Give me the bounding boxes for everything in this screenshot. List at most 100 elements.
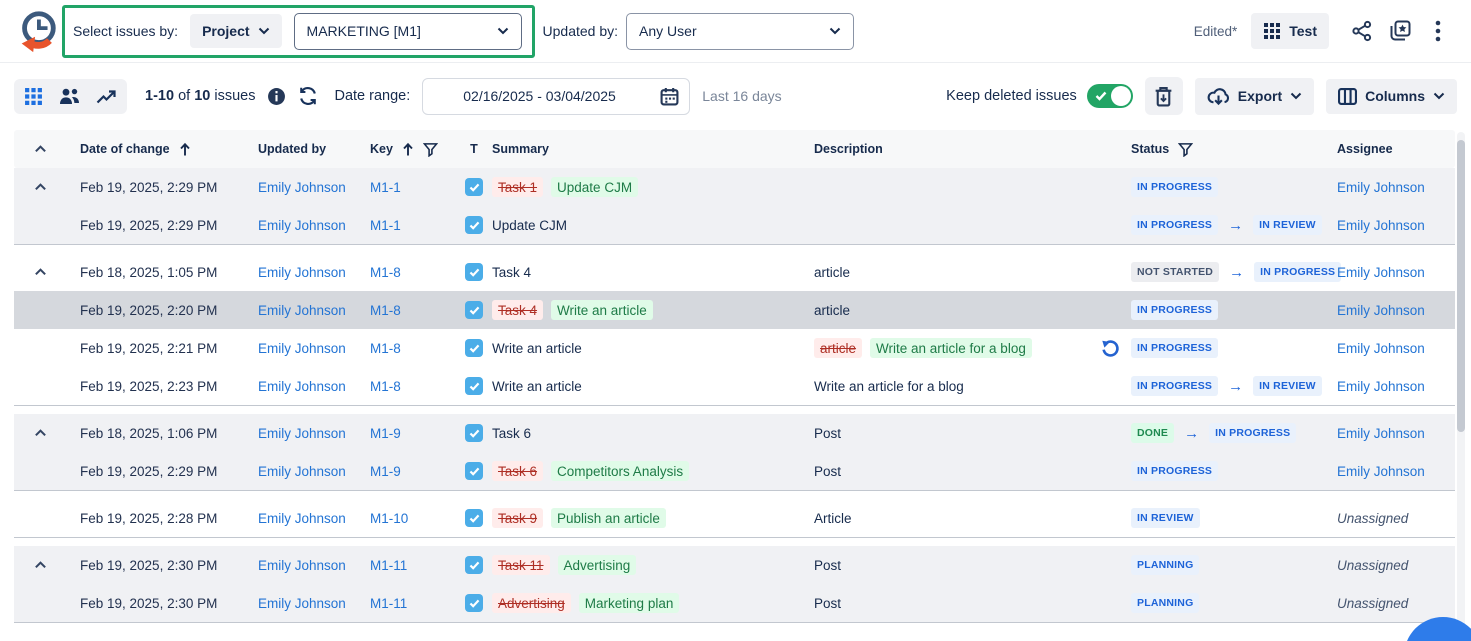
toggle-knob (1111, 86, 1131, 106)
info-button[interactable] (267, 87, 286, 106)
table-row[interactable]: Feb 18, 2025, 1:05 PM Emily Johnson M1-8… (14, 253, 1455, 291)
updated-by-link[interactable]: Emily Johnson (258, 596, 346, 611)
report-name-button[interactable]: Test (1251, 13, 1329, 49)
new-value-chip: Competitors Analysis (551, 461, 689, 481)
select-mode-dropdown[interactable]: Project (190, 14, 281, 48)
assignee-link[interactable]: Emily Johnson (1337, 303, 1425, 318)
updated-by-link[interactable]: Emily Johnson (258, 180, 346, 195)
issue-key-link[interactable]: M1-8 (370, 303, 401, 318)
table-row[interactable]: Feb 19, 2025, 2:23 PM Emily Johnson M1-8… (14, 367, 1455, 405)
table-row[interactable]: Feb 19, 2025, 2:28 PM Emily Johnson M1-1… (14, 499, 1455, 537)
old-value-chip: Task 1 (492, 177, 543, 197)
check-icon (1095, 91, 1107, 101)
issue-key-link[interactable]: M1-11 (370, 558, 407, 573)
scrollbar-thumb[interactable] (1457, 140, 1465, 432)
table-row[interactable]: Feb 18, 2025, 1:06 PM Emily Johnson M1-9… (14, 414, 1455, 452)
kebab-menu-icon (1435, 20, 1441, 42)
table-row[interactable]: Feb 19, 2025, 2:29 PM Emily Johnson M1-1… (14, 206, 1455, 244)
select-mode-value: Project (202, 23, 249, 39)
chart-view-button[interactable] (96, 88, 117, 105)
issue-key-link[interactable]: M1-8 (370, 379, 401, 394)
count-range: 1-10 (145, 88, 174, 104)
task-type-icon (465, 301, 483, 319)
kebab-menu-button[interactable] (1419, 12, 1457, 50)
issue-key-link[interactable]: M1-1 (370, 218, 401, 233)
description-text: Article (814, 511, 852, 526)
description-text: Write an article for a blog (814, 379, 964, 394)
description-text: article (814, 303, 850, 318)
issue-key-link[interactable]: M1-9 (370, 464, 401, 479)
row-expander-icon[interactable] (34, 183, 47, 191)
table-view-button[interactable] (24, 87, 43, 106)
table-row[interactable]: Feb 19, 2025, 2:29 PM Emily Johnson M1-1… (14, 168, 1455, 206)
updated-by-link[interactable]: Emily Johnson (258, 511, 346, 526)
columns-button[interactable]: Columns (1326, 79, 1457, 114)
header-date-of-change[interactable]: Date of change (66, 142, 258, 157)
table-row[interactable]: Feb 19, 2025, 2:30 PM Emily Johnson M1-1… (14, 546, 1455, 584)
assignee-link[interactable]: Emily Johnson (1337, 218, 1425, 233)
status-arrow-icon: → (1228, 217, 1243, 234)
refresh-icon (298, 86, 318, 106)
old-value-chip: Task 6 (492, 461, 543, 481)
assignee-link[interactable]: Emily Johnson (1337, 464, 1425, 479)
status-badge-from: IN PROGRESS (1131, 215, 1218, 235)
export-button[interactable]: Export (1195, 78, 1314, 115)
header-key[interactable]: Key (370, 142, 456, 157)
filter-funnel-icon[interactable] (1178, 142, 1193, 157)
columns-icon (1338, 88, 1357, 105)
trash-button[interactable] (1145, 77, 1183, 115)
updated-by-link[interactable]: Emily Johnson (258, 218, 346, 233)
old-value-chip: Task 4 (492, 300, 543, 320)
table-row-selected[interactable]: Feb 19, 2025, 2:20 PM Emily Johnson M1-8… (14, 291, 1455, 329)
refresh-button[interactable] (298, 86, 318, 106)
status-badge: IN REVIEW (1131, 508, 1200, 528)
updated-by-link[interactable]: Emily Johnson (258, 464, 346, 479)
updated-by-link[interactable]: Emily Johnson (258, 303, 346, 318)
assignee-link[interactable]: Emily Johnson (1337, 426, 1425, 441)
updated-by-link[interactable]: Emily Johnson (258, 265, 346, 280)
status-badge-to: IN REVIEW (1253, 215, 1322, 235)
saved-reports-button[interactable] (1381, 12, 1419, 50)
issue-key-link[interactable]: M1-8 (370, 341, 401, 356)
header-status[interactable]: Status (1131, 142, 1337, 157)
table-row[interactable]: Feb 19, 2025, 2:21 PM Emily Johnson M1-8… (14, 329, 1455, 367)
row-expander-icon[interactable] (34, 268, 47, 276)
export-label: Export (1238, 88, 1282, 104)
issue-key-link[interactable]: M1-11 (370, 596, 407, 611)
sort-up-icon[interactable] (402, 142, 414, 157)
updated-by-link[interactable]: Emily Johnson (258, 426, 346, 441)
keep-deleted-group: Keep deleted issues (946, 84, 1133, 108)
sort-up-icon[interactable] (179, 142, 191, 157)
issue-key-link[interactable]: M1-1 (370, 180, 401, 195)
chevron-down-icon (1290, 92, 1302, 100)
header-description-label: Description (814, 142, 883, 156)
revert-change-icon[interactable] (1100, 338, 1121, 359)
status-badge-to: IN PROGRESS (1209, 423, 1296, 443)
grid-icon (1263, 22, 1281, 40)
chevron-down-icon (1433, 92, 1445, 100)
filter-funnel-icon[interactable] (423, 142, 438, 157)
date-range-input[interactable]: 02/16/2025 - 03/04/2025 (422, 78, 690, 115)
issue-key-link[interactable]: M1-8 (370, 265, 401, 280)
keep-deleted-toggle[interactable] (1087, 84, 1133, 108)
assignee-link[interactable]: Emily Johnson (1337, 341, 1425, 356)
issue-key-link[interactable]: M1-9 (370, 426, 401, 441)
updated-by-link[interactable]: Emily Johnson (258, 341, 346, 356)
row-expander-icon[interactable] (34, 429, 47, 437)
updated-by-link[interactable]: Emily Johnson (258, 379, 346, 394)
table-row[interactable]: Feb 19, 2025, 2:29 PM Emily Johnson M1-9… (14, 452, 1455, 490)
assignee-link[interactable]: Emily Johnson (1337, 265, 1425, 280)
row-expander-icon[interactable] (34, 561, 47, 569)
issue-key-link[interactable]: M1-10 (370, 511, 408, 526)
updated-by-select[interactable]: Any User (626, 13, 854, 50)
people-view-button[interactable] (59, 87, 80, 106)
project-select[interactable]: MARKETING [M1] (294, 13, 522, 50)
collapse-all-icon[interactable] (34, 145, 47, 153)
summary-text: Write an article (492, 379, 582, 394)
status-badge: IN PROGRESS (1131, 300, 1218, 320)
assignee-link[interactable]: Emily Johnson (1337, 379, 1425, 394)
share-button[interactable] (1343, 12, 1381, 50)
table-row[interactable]: Feb 19, 2025, 2:30 PM Emily Johnson M1-1… (14, 584, 1455, 622)
assignee-link[interactable]: Emily Johnson (1337, 180, 1425, 195)
updated-by-link[interactable]: Emily Johnson (258, 558, 346, 573)
